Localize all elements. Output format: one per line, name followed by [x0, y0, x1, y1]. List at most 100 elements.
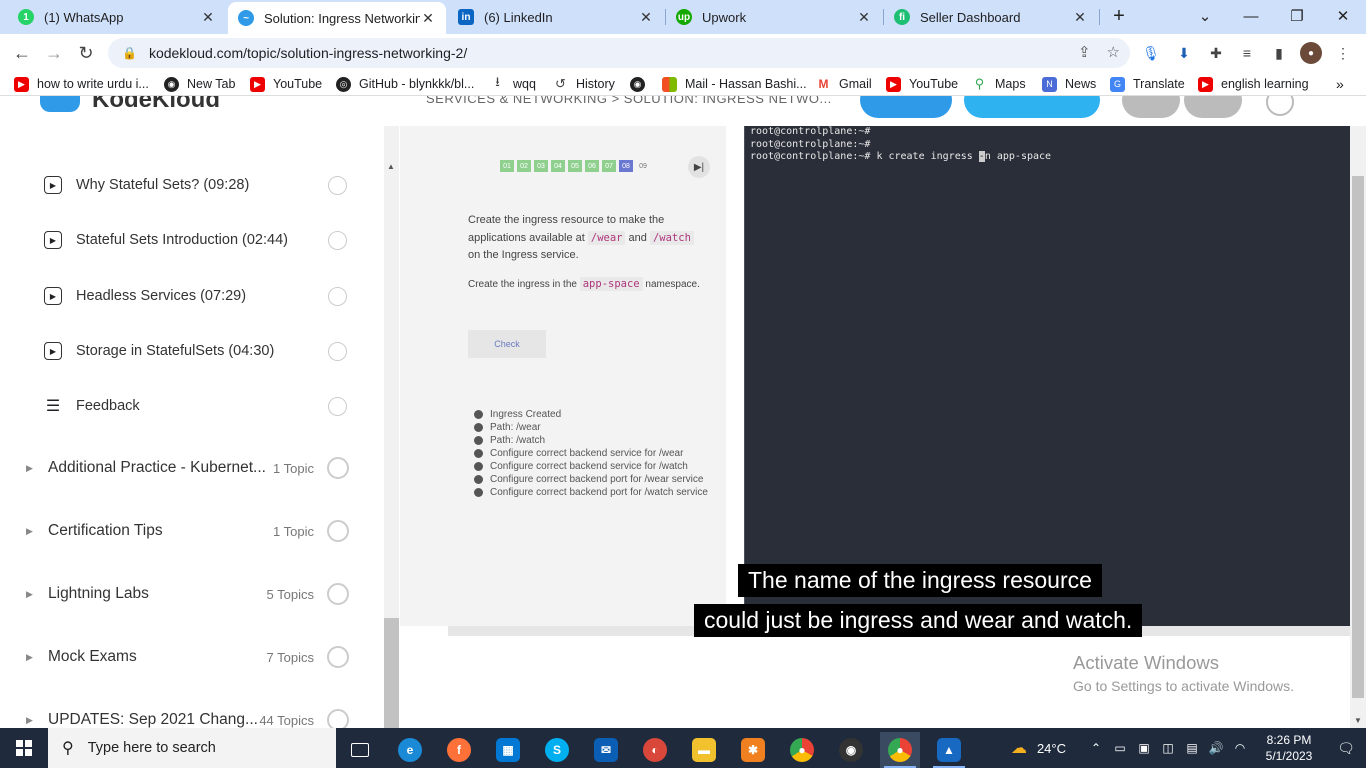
forward-button[interactable]: → [40, 40, 68, 66]
notification-icon[interactable]: 🗨 [1326, 740, 1366, 757]
close-icon[interactable]: ✕ [856, 9, 872, 26]
chevron-up-icon[interactable]: ⌃ [1084, 741, 1108, 755]
next-arrow-button[interactable] [1184, 96, 1242, 118]
lesson-item[interactable]: ☰ Feedback [0, 386, 370, 426]
skype-app[interactable]: S [537, 732, 577, 768]
completion-circle[interactable] [328, 175, 347, 195]
app-orange[interactable]: ✱ [733, 732, 773, 768]
tab-seller-dashboard[interactable]: fi Seller Dashboard ✕ [884, 0, 1098, 34]
restore-button[interactable]: ❐ [1274, 0, 1320, 32]
chrome-profile-app[interactable]: ● [880, 732, 920, 768]
question-text: Create the ingress in the app-space name… [468, 276, 708, 294]
course-section[interactable]: ▶ UPDATES: Sep 2021 Chang... 44 Topics [0, 700, 370, 728]
completion-circle[interactable] [328, 230, 347, 250]
bookmark[interactable]: ◉ New Tab [164, 75, 235, 93]
kodekloud-logo[interactable] [40, 96, 80, 112]
prev-arrow-button[interactable] [1122, 96, 1180, 118]
lesson-item[interactable]: ▶ Why Stateful Sets? (09:28) [0, 165, 370, 205]
course-section[interactable]: ▶ Certification Tips 1 Topic [0, 511, 370, 551]
completion-circle[interactable] [328, 396, 347, 416]
minimize-button[interactable]: — [1228, 0, 1274, 32]
lesson-item[interactable]: ▶ Storage in StatefulSets (04:30) [0, 331, 370, 371]
close-window-button[interactable]: ✕ [1320, 0, 1366, 32]
app-red[interactable]: ◐ [635, 732, 675, 768]
meet-icon[interactable]: ◫ [1156, 741, 1180, 755]
close-icon[interactable]: ✕ [638, 9, 654, 26]
course-section[interactable]: ▶ Lightning Labs 5 Topics [0, 574, 370, 614]
task-view-button[interactable] [340, 732, 380, 768]
taskbar-search[interactable]: ⚲ Type here to search [48, 728, 336, 768]
scrollbar-thumb[interactable] [1352, 176, 1364, 698]
tab-upwork[interactable]: up Upwork ✕ [666, 0, 882, 34]
bookmark[interactable]: M Gmail [816, 75, 872, 93]
course-section[interactable]: ▶ Additional Practice - Kubernet... 1 To… [0, 448, 370, 488]
completion-circle[interactable] [328, 341, 347, 361]
bookmark[interactable]: ▶ how to write urdu i... [14, 75, 149, 93]
tab-linkedin[interactable]: in (6) LinkedIn ✕ [448, 0, 664, 34]
lesson-item[interactable]: ▶ Stateful Sets Introduction (02:44) [0, 220, 370, 260]
sidepanel-icon[interactable]: ▮ [1268, 42, 1290, 64]
completion-circle[interactable] [328, 286, 347, 306]
course-section[interactable]: ▶ Mock Exams 7 Topics [0, 637, 370, 677]
firefox-app[interactable]: f [439, 732, 479, 768]
tab-whatsapp[interactable]: 1 (1) WhatsApp ✕ [8, 0, 226, 34]
page-scrollbar[interactable]: ▼ [1350, 126, 1366, 728]
settings-icon[interactable] [1266, 96, 1294, 116]
photos-app[interactable]: ▲ [929, 732, 969, 768]
lesson-item[interactable]: ▶ Headless Services (07:29) [0, 276, 370, 316]
bookmark[interactable]: ↺ History [553, 75, 615, 93]
address-bar[interactable]: 🔒 kodekloud.com/topic/solution-ingress-n… [108, 38, 1130, 68]
store-app[interactable]: ▦ [488, 732, 528, 768]
sidebar-scrollbar[interactable]: ▲ [384, 126, 399, 728]
bookmark[interactable]: ◎ GitHub - blynkkk/bl... [336, 75, 474, 93]
tab-kodekloud[interactable]: ~ Solution: Ingress Networking ✕ [228, 2, 446, 34]
puzzle-icon[interactable]: ✚ [1205, 42, 1227, 64]
close-icon[interactable]: ✕ [1072, 9, 1088, 26]
bookmark[interactable]: ⭳ wqq [490, 74, 536, 93]
media-icon[interactable]: ≡ [1236, 42, 1258, 64]
network-device-icon[interactable]: ▭ [1108, 741, 1132, 755]
camera-app[interactable]: ◉ [831, 732, 871, 768]
back-button[interactable]: ← [8, 40, 36, 66]
camera-icon[interactable]: ▤ [1180, 741, 1204, 755]
bookmark[interactable]: ▶ YouTube [886, 75, 958, 93]
url-text[interactable]: kodekloud.com/topic/solution-ingress-net… [149, 45, 467, 61]
bookmark[interactable]: N News [1042, 75, 1096, 93]
wifi-icon[interactable]: ◠ [1228, 741, 1252, 755]
more-bookmarks-button[interactable]: » [1336, 75, 1344, 93]
clock[interactable]: 8:26 PM 5/1/2023 [1252, 732, 1326, 764]
weather-temp[interactable]: 24°C [1037, 741, 1066, 756]
mail-app[interactable]: ✉ [586, 732, 626, 768]
display-icon[interactable]: ▣ [1132, 741, 1156, 755]
bookmark[interactable]: G Translate [1110, 75, 1185, 93]
volume-icon[interactable]: 🔊 [1204, 741, 1228, 755]
bookmark[interactable]: ◉ [630, 75, 653, 93]
share-icon[interactable]: ⇪ [1078, 43, 1091, 61]
video-player[interactable]: 01 02 03 04 05 06 07 08 09 ▶| Create the… [400, 126, 1350, 728]
scroll-down-icon[interactable]: ▼ [1354, 716, 1362, 725]
tab-search-button[interactable]: ⌄ [1182, 0, 1228, 32]
chrome-app[interactable]: ● [782, 732, 822, 768]
reload-button[interactable]: ↻ [72, 40, 100, 66]
brand-name[interactable]: KodeKloud [92, 96, 220, 114]
star-icon[interactable]: ☆ [1107, 43, 1120, 61]
weather-icon[interactable]: ☁ [1007, 738, 1031, 758]
bookmark[interactable]: ▶ YouTube [250, 75, 322, 93]
scroll-up-icon[interactable]: ▲ [387, 162, 395, 171]
previous-lesson-button[interactable] [860, 96, 952, 118]
edge-app[interactable]: e [390, 732, 430, 768]
start-button[interactable] [0, 728, 48, 768]
file-explorer-app[interactable]: ▬ [684, 732, 724, 768]
close-icon[interactable]: ✕ [200, 9, 216, 26]
scrollbar-thumb[interactable] [384, 618, 399, 728]
bookmark[interactable]: ⚲ Maps [972, 75, 1026, 93]
mark-complete-button[interactable] [964, 96, 1100, 118]
avatar[interactable]: ● [1300, 42, 1322, 64]
download-extension-icon[interactable]: ⬇ [1173, 42, 1195, 64]
close-icon[interactable]: ✕ [420, 10, 436, 27]
bookmark[interactable]: Mail - Hassan Bashi... [662, 75, 807, 93]
microphone-icon[interactable]: 🎙 [1140, 42, 1162, 64]
new-tab-button[interactable]: + [1096, 0, 1142, 32]
kebab-menu-icon[interactable]: ⋮ [1332, 42, 1354, 64]
bookmark[interactable]: ▶ english learning [1198, 75, 1309, 93]
